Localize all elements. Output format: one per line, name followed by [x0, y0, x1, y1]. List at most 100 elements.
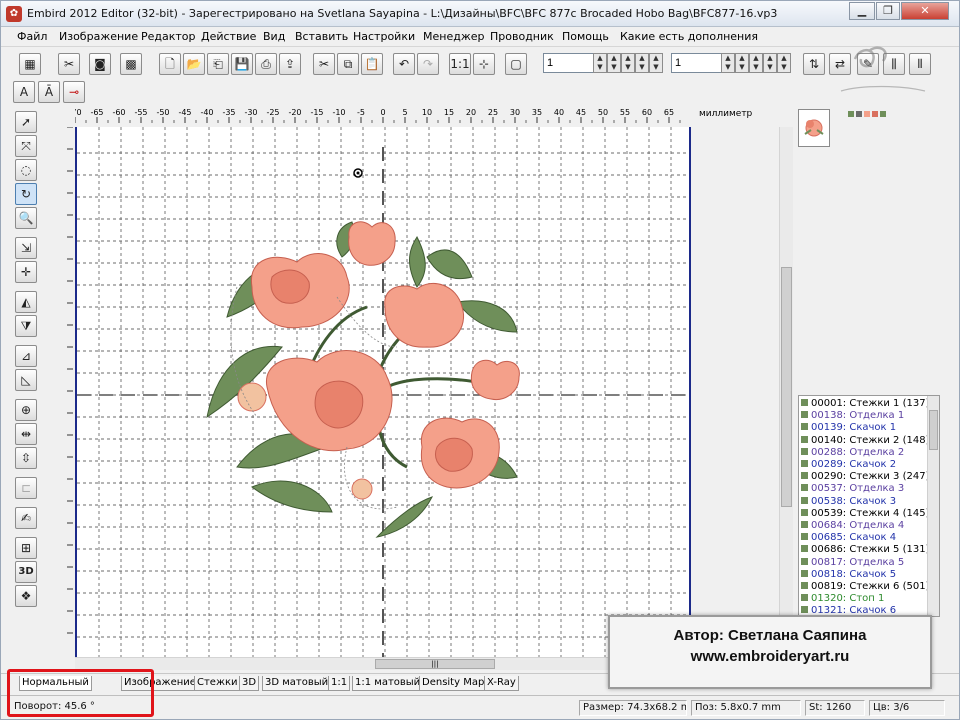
minimize-icon[interactable]: ▁: [849, 2, 875, 20]
tab-density-map[interactable]: Density Map: [419, 676, 488, 691]
scroll-thumb-horizontal[interactable]: |||: [375, 659, 495, 669]
lasso-tool-icon[interactable]: ◌: [15, 159, 37, 181]
thread-swatch[interactable]: [880, 111, 886, 117]
spin2-step-arrows[interactable]: ▲ ▼: [735, 53, 749, 73]
stitch-list-item[interactable]: 00685: Скачок 4: [801, 532, 896, 544]
open-folder-icon[interactable]: 📂: [183, 53, 205, 75]
tab-1-1-matte[interactable]: 1:1 матовый: [352, 676, 424, 691]
stitch-list-item[interactable]: 00289: Скачок 2: [801, 459, 896, 471]
pointer-tool-icon[interactable]: ➚: [15, 111, 37, 133]
stitch-list-item[interactable]: 00139: Скачок 1: [801, 422, 896, 434]
thread-swatch[interactable]: [856, 111, 862, 117]
stitch-list-item[interactable]: 01320: Стоп 1: [801, 593, 884, 605]
stitch-list-item[interactable]: 00818: Скачок 5: [801, 569, 896, 581]
paste-icon[interactable]: 📋: [361, 53, 383, 75]
embird-app-icon[interactable]: ✿: [6, 6, 22, 22]
export-icon[interactable]: ⇪: [279, 53, 301, 75]
spin2-arrows[interactable]: ▲ ▼: [721, 53, 735, 73]
skew-icon[interactable]: ⊿: [15, 345, 37, 367]
stitch-list-item[interactable]: 00684: Отделка 4: [801, 520, 904, 532]
spin1-last-arrows[interactable]: ▲ ▼: [649, 53, 663, 73]
grid-off-icon[interactable]: ▩: [120, 53, 142, 75]
menu-image[interactable]: Изображение: [59, 30, 138, 43]
stitch-list[interactable]: 00001: Стежки 1 (137) 00138: Отделка 1 001…: [798, 395, 940, 617]
align-vertical-icon[interactable]: ⇳: [15, 447, 37, 469]
spin1-arrows[interactable]: ▲ ▼: [593, 53, 607, 73]
undo-icon[interactable]: ↶: [393, 53, 415, 75]
stitch-list-item[interactable]: 00819: Стежки 6 (501): [801, 581, 929, 593]
spin1-end-arrows[interactable]: ▲ ▼: [635, 53, 649, 73]
disabled-tool-icon[interactable]: ⊏: [15, 477, 37, 499]
camera-icon[interactable]: ◙: [89, 53, 111, 75]
text-a-icon[interactable]: A: [13, 81, 35, 103]
canvas-scrollbar-vertical[interactable]: [779, 127, 793, 657]
node-tool-icon[interactable]: ⤧: [15, 135, 37, 157]
grid-settings-icon[interactable]: ▦: [19, 53, 41, 75]
menu-explorer[interactable]: Проводник: [490, 30, 554, 43]
menu-addons[interactable]: Какие есть дополнения: [620, 30, 758, 43]
save-icon[interactable]: 💾: [231, 53, 253, 75]
last-color-input[interactable]: [671, 53, 723, 73]
shape-icon[interactable]: ◺: [15, 369, 37, 391]
menu-manager[interactable]: Менеджер: [423, 30, 484, 43]
stitch-list-item[interactable]: 00138: Отделка 1: [801, 410, 904, 422]
text-a-bar-icon[interactable]: Ā: [38, 81, 60, 103]
3d-view-icon[interactable]: 3D: [15, 561, 37, 583]
spin1-step-arrows[interactable]: ▲ ▼: [607, 53, 621, 73]
menu-action[interactable]: Действие: [201, 30, 256, 43]
tab-stitches[interactable]: Стежки: [194, 676, 241, 691]
design-canvas[interactable]: [75, 127, 691, 657]
stitch-list-item[interactable]: 00538: Скачок 3: [801, 496, 896, 508]
stitch-list-item[interactable]: 00288: Отделка 2: [801, 447, 904, 459]
edit-node-icon[interactable]: ✍: [15, 507, 37, 529]
transform-icon[interactable]: ⊞: [15, 537, 37, 559]
stitch-list-item[interactable]: 00140: Стежки 2 (148): [801, 435, 929, 447]
stitch-list-item[interactable]: 00537: Отделка 3: [801, 483, 904, 495]
mirror-v-icon[interactable]: ⧩: [15, 315, 37, 337]
tab-3d[interactable]: 3D: [239, 676, 260, 691]
stitch-list-item[interactable]: 00686: Стежки 5 (131): [801, 544, 929, 556]
cut-icon[interactable]: ✂: [313, 53, 335, 75]
new-file-icon[interactable]: 🗋: [159, 53, 181, 75]
fabric-icon[interactable]: ❖: [15, 585, 37, 607]
menu-help[interactable]: Помощь: [562, 30, 609, 43]
redo-icon[interactable]: ↷: [417, 53, 439, 75]
menu-file[interactable]: Файл: [17, 30, 47, 43]
spin2-end-arrows[interactable]: ▲ ▼: [763, 53, 777, 73]
thread-swatch[interactable]: [848, 111, 854, 117]
spin1-jump-arrows[interactable]: ▲ ▼: [621, 53, 635, 73]
menu-insert[interactable]: Вставить: [295, 30, 348, 43]
print-icon[interactable]: ⎙: [255, 53, 277, 75]
magnet-icon[interactable]: ⊸: [63, 81, 85, 103]
menu-view[interactable]: Вид: [263, 30, 285, 43]
spin2-jump-arrows[interactable]: ▲ ▼: [749, 53, 763, 73]
move-tool-icon[interactable]: ✛: [15, 261, 37, 283]
align-center-icon[interactable]: ⇹: [15, 423, 37, 445]
thread-swatch[interactable]: [864, 111, 870, 117]
stitch-list-scroll-thumb[interactable]: [929, 410, 938, 450]
thread-swatch[interactable]: [872, 111, 878, 117]
zoom-fit-icon[interactable]: ⊹: [473, 53, 495, 75]
resize-tool-icon[interactable]: ⇲: [15, 237, 37, 259]
stitch-list-item[interactable]: 00539: Стежки 4 (145): [801, 508, 929, 520]
rotate-tool-icon[interactable]: ↻: [15, 183, 37, 205]
tab-3d-matte[interactable]: 3D матовый: [262, 676, 332, 691]
spin2-last-arrows[interactable]: ▲ ▼: [777, 53, 791, 73]
design-thumbnail[interactable]: [798, 109, 830, 147]
tab-1-1[interactable]: 1:1: [328, 676, 351, 691]
restore-icon[interactable]: ❐: [876, 2, 900, 20]
center-icon[interactable]: ⊕: [15, 399, 37, 421]
stitch-list-item[interactable]: 00290: Стежки 3 (247): [801, 471, 929, 483]
first-color-input[interactable]: [543, 53, 595, 73]
stitch-list-scrollbar[interactable]: [927, 396, 939, 616]
menu-settings[interactable]: Настройки: [353, 30, 415, 43]
copy-icon[interactable]: ⧉: [337, 53, 359, 75]
embroidery-design[interactable]: [77, 127, 691, 657]
open-icon[interactable]: ⎗: [207, 53, 229, 75]
tab-x-ray[interactable]: X-Ray: [484, 676, 519, 691]
stitch-list-item[interactable]: 00817: Отделка 5: [801, 557, 904, 569]
zoom-tool-icon[interactable]: 🔍: [15, 207, 37, 229]
zoom-1-1-icon[interactable]: 1:1: [449, 53, 471, 75]
menu-editor[interactable]: Редактор: [141, 30, 196, 43]
scroll-thumb-vertical[interactable]: [781, 267, 792, 507]
